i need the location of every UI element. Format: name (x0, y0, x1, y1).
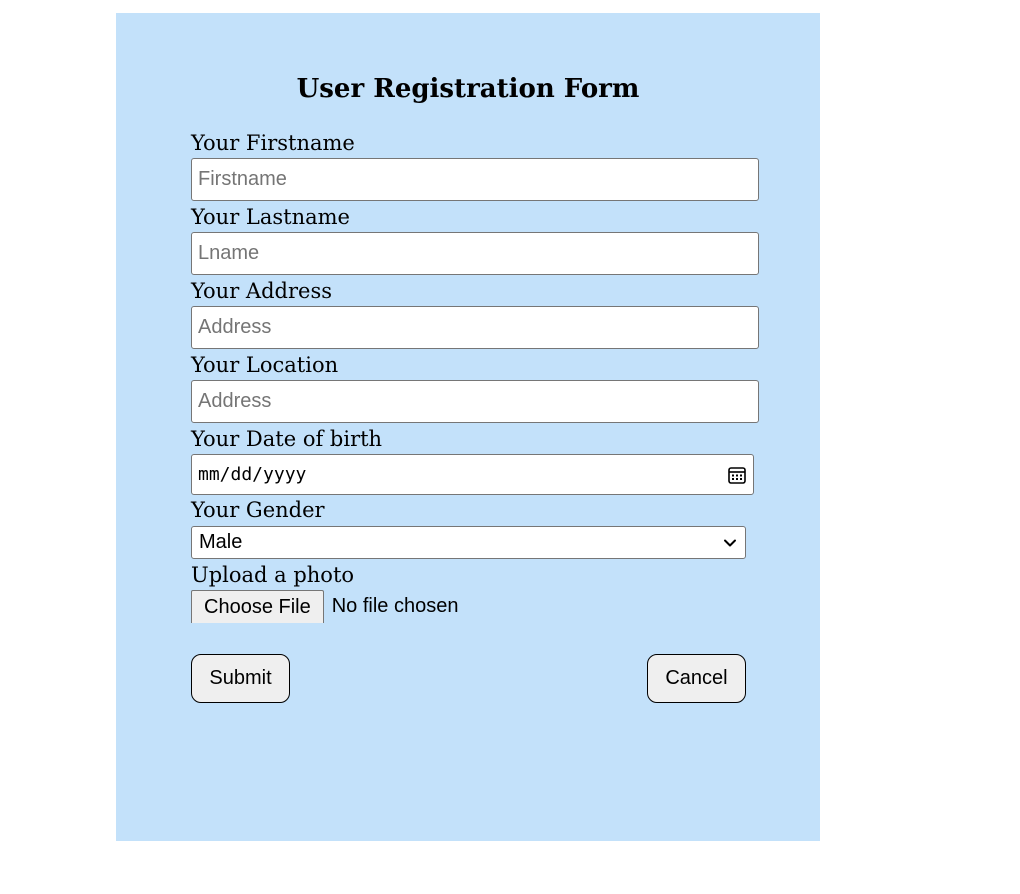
photo-file-input: Choose File No file chosen (191, 590, 458, 623)
lastname-input[interactable] (191, 232, 759, 275)
gender-select[interactable]: Male (191, 526, 746, 559)
cancel-button[interactable]: Cancel (647, 654, 746, 703)
lastname-label: Your Lastname (191, 205, 350, 229)
address-input[interactable] (191, 306, 759, 349)
gender-label: Your Gender (191, 498, 325, 522)
location-input[interactable] (191, 380, 759, 423)
firstname-input[interactable] (191, 158, 759, 201)
submit-button[interactable]: Submit (191, 654, 290, 703)
gender-selected-value: Male (199, 531, 243, 553)
calendar-icon[interactable] (727, 465, 747, 485)
choose-file-button[interactable]: Choose File (191, 590, 324, 623)
photo-label: Upload a photo (191, 563, 355, 587)
form-title: User Registration Form (296, 74, 640, 104)
dob-input[interactable]: mm/dd/yyyy (191, 454, 754, 495)
dob-placeholder: mm/dd/yyyy (198, 464, 307, 485)
file-status-text: No file chosen (331, 595, 459, 617)
address-label: Your Address (191, 279, 332, 303)
location-label: Your Location (191, 353, 339, 377)
registration-form-panel: User Registration Form Your Firstname Yo… (116, 13, 820, 841)
firstname-label: Your Firstname (191, 131, 355, 155)
dob-label: Your Date of birth (191, 427, 383, 451)
chevron-down-icon (723, 536, 737, 550)
